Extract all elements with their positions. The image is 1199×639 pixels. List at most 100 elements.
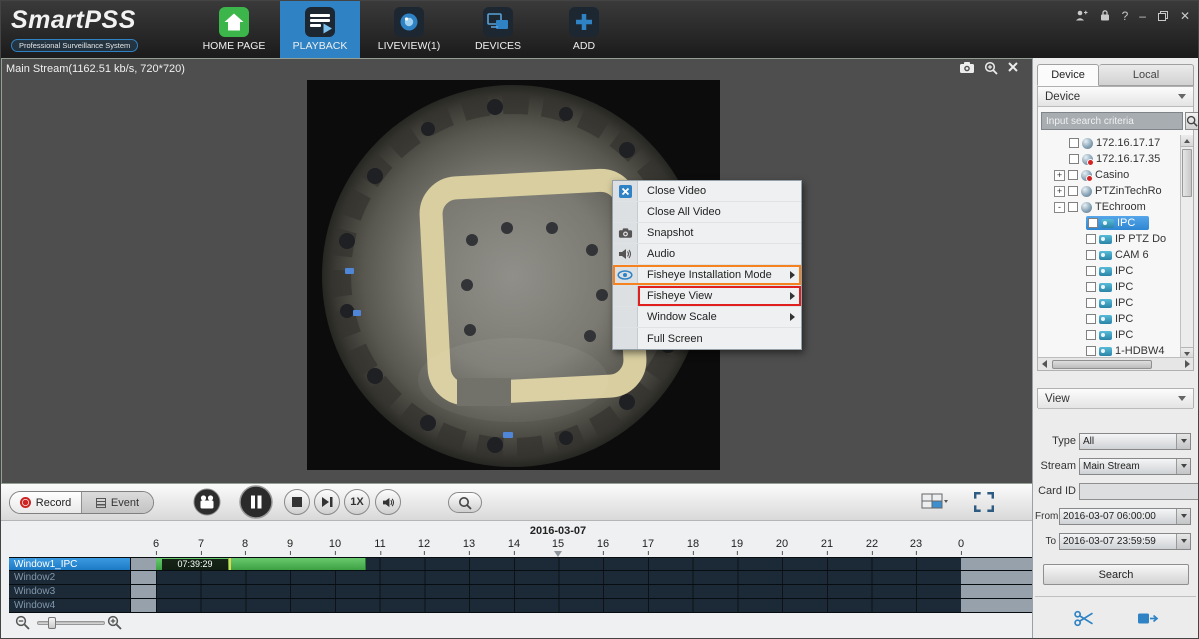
search-button[interactable]: Search xyxy=(1043,564,1189,585)
device-section-header[interactable]: Device xyxy=(1038,87,1193,107)
expand-toggle[interactable]: + xyxy=(1054,170,1065,181)
stop-button[interactable] xyxy=(284,489,310,515)
menu-item-fisheye-view[interactable]: Fisheye View xyxy=(613,286,801,307)
lock-icon[interactable] xyxy=(1099,9,1111,22)
menu-item-fisheye-installation-mode[interactable]: Fisheye Installation Mode xyxy=(613,265,801,286)
timeline-track[interactable]: 07:39:29 xyxy=(131,558,1033,570)
maximize-icon[interactable] xyxy=(1157,10,1169,22)
window-label[interactable]: Window2 xyxy=(9,571,131,584)
tab-add[interactable]: ADD xyxy=(544,1,624,58)
tab-home-page[interactable]: HOME PAGE xyxy=(194,1,274,58)
tab-playback[interactable]: PLAYBACK xyxy=(280,1,360,58)
tab-device[interactable]: Device xyxy=(1037,64,1099,86)
type-select[interactable]: All xyxy=(1079,433,1191,450)
menu-item-close-video[interactable]: Close Video xyxy=(613,181,801,202)
speed-button[interactable]: 1X xyxy=(344,489,370,515)
checkbox[interactable] xyxy=(1086,346,1096,356)
window-label[interactable]: Window1_IPC xyxy=(9,558,131,570)
expand-toggle[interactable]: + xyxy=(1054,186,1065,197)
tree-vertical-scrollbar[interactable] xyxy=(1180,135,1193,359)
tree-item-channel[interactable]: IPC xyxy=(1038,327,1180,343)
tree-horizontal-scrollbar[interactable] xyxy=(1038,357,1193,370)
split-screen-button[interactable] xyxy=(921,493,949,511)
window-label[interactable]: Window4 xyxy=(9,599,131,612)
checkbox[interactable] xyxy=(1086,266,1096,276)
menu-item-audio[interactable]: Audio xyxy=(613,244,801,265)
checkbox[interactable] xyxy=(1086,298,1096,308)
zoom-slider-thumb[interactable] xyxy=(48,617,56,629)
tree-item-channel-selected[interactable]: IPC xyxy=(1038,215,1180,231)
digital-zoom-icon[interactable] xyxy=(984,61,998,75)
checkbox[interactable] xyxy=(1068,170,1078,180)
timeline-zoom-slider[interactable] xyxy=(37,621,105,625)
chevron-down-icon[interactable] xyxy=(1176,434,1190,449)
export-clip-button[interactable] xyxy=(1137,610,1159,627)
tree-item-channel[interactable]: IPC xyxy=(1038,279,1180,295)
chevron-down-icon[interactable] xyxy=(1176,459,1190,474)
checkbox[interactable] xyxy=(1088,218,1098,228)
menu-item-snapshot[interactable]: Snapshot xyxy=(613,223,801,244)
tree-item-channel[interactable]: IPC xyxy=(1038,263,1180,279)
tree-item-channel[interactable]: IPC xyxy=(1038,311,1180,327)
tree-item-channel[interactable]: IPC xyxy=(1038,295,1180,311)
scroll-right-icon[interactable] xyxy=(1181,359,1193,370)
timeline-track[interactable] xyxy=(131,599,1033,612)
tree-item-group[interactable]: + PTZinTechRo xyxy=(1038,183,1180,199)
checkbox[interactable] xyxy=(1069,154,1079,164)
view-section-header[interactable]: View xyxy=(1038,389,1193,409)
tree-item-device[interactable]: 172.16.17.17 xyxy=(1038,135,1180,151)
record-toggle-button[interactable]: Record xyxy=(10,492,81,513)
search-icon[interactable] xyxy=(1185,112,1199,130)
zoom-in-icon[interactable] xyxy=(107,615,122,630)
tree-item-group[interactable]: + Casino xyxy=(1038,167,1180,183)
pause-button[interactable] xyxy=(239,485,273,519)
menu-item-full-screen[interactable]: Full Screen xyxy=(613,328,801,349)
next-frame-button[interactable] xyxy=(314,489,340,515)
to-datetime-select[interactable]: 2016-03-07 23:59:59 xyxy=(1059,533,1191,550)
tree-item-group[interactable]: - TEchroom xyxy=(1038,199,1180,215)
stream-select[interactable]: Main Stream xyxy=(1079,458,1191,475)
cut-clip-button[interactable] xyxy=(1073,610,1095,627)
checkbox[interactable] xyxy=(1068,186,1078,196)
chevron-down-icon[interactable] xyxy=(1176,509,1190,524)
checkbox[interactable] xyxy=(1086,282,1096,292)
window-label[interactable]: Window3 xyxy=(9,585,131,598)
tree-item-channel[interactable]: CAM 6 xyxy=(1038,247,1180,263)
menu-item-close-all-video[interactable]: Close All Video xyxy=(613,202,801,223)
from-datetime-select[interactable]: 2016-03-07 06:00:00 xyxy=(1059,508,1191,525)
tree-item-channel[interactable]: IP PTZ Do xyxy=(1038,231,1180,247)
card-id-input[interactable] xyxy=(1079,483,1199,500)
collapse-toggle[interactable]: - xyxy=(1054,202,1065,213)
checkbox[interactable] xyxy=(1069,138,1079,148)
menu-item-window-scale[interactable]: Window Scale xyxy=(613,307,801,328)
tab-liveview[interactable]: LIVEVIEW(1) xyxy=(366,1,452,58)
timeline-track[interactable] xyxy=(131,585,1033,598)
mute-button[interactable] xyxy=(375,489,401,515)
scroll-up-icon[interactable] xyxy=(1181,135,1193,147)
fullscreen-button[interactable] xyxy=(974,492,994,512)
checkbox[interactable] xyxy=(1086,314,1096,324)
checkbox[interactable] xyxy=(1086,250,1096,260)
user-icon[interactable] xyxy=(1075,9,1088,22)
play-mode-button[interactable] xyxy=(193,488,221,516)
search-input[interactable] xyxy=(1041,112,1183,130)
timeline-track[interactable] xyxy=(131,571,1033,584)
close-icon[interactable]: ✕ xyxy=(1180,10,1190,22)
scrollbar-thumb[interactable] xyxy=(1052,360,1152,369)
checkbox[interactable] xyxy=(1086,234,1096,244)
minimize-icon[interactable]: – xyxy=(1139,10,1146,22)
checkbox[interactable] xyxy=(1068,202,1078,212)
chevron-down-icon[interactable] xyxy=(1176,534,1190,549)
timeline-zoom-button[interactable] xyxy=(448,492,482,513)
event-toggle-button[interactable]: Event xyxy=(81,492,153,513)
tab-local[interactable]: Local xyxy=(1099,64,1194,86)
close-window-icon[interactable] xyxy=(1007,61,1019,75)
snapshot-icon[interactable] xyxy=(959,61,975,75)
scrollbar-thumb[interactable] xyxy=(1182,149,1192,197)
tree-item-device[interactable]: 172.16.17.35 xyxy=(1038,151,1180,167)
playhead-cursor[interactable] xyxy=(229,558,231,570)
zoom-out-icon[interactable] xyxy=(15,615,30,630)
help-icon[interactable]: ? xyxy=(1122,10,1129,22)
checkbox[interactable] xyxy=(1086,330,1096,340)
scroll-left-icon[interactable] xyxy=(1038,359,1050,370)
